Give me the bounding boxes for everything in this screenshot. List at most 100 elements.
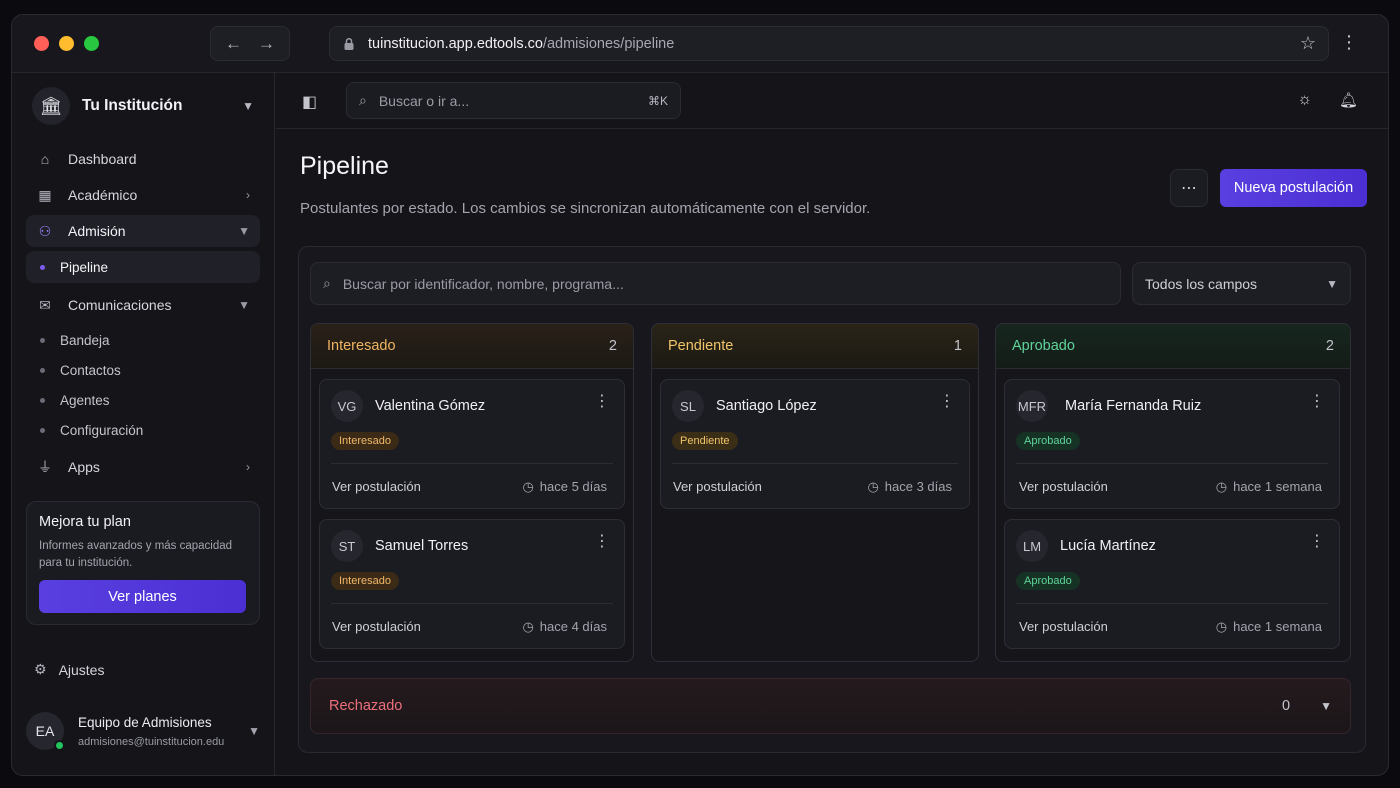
new-application-button[interactable]: Nueva postulación: [1220, 169, 1367, 207]
card-menu-icon[interactable]: ⋮: [1309, 534, 1325, 550]
sidebar-item-agentes[interactable]: Agentes: [26, 385, 260, 415]
view-application-link[interactable]: Ver postulación: [332, 619, 421, 634]
applicant-card[interactable]: MFR María Fernanda Ruiz ⋮ Aprobado Ver p…: [1004, 379, 1340, 509]
browser-menu-icon[interactable]: ⋮: [1340, 33, 1358, 51]
sidebar-item-academico[interactable]: ▦ Académico ›: [26, 179, 260, 211]
top-bar: ◧ ⌕ Buscar o ir a... ⌘K ☼ 🔔︎: [276, 73, 1388, 129]
status-badge: Aprobado: [1016, 432, 1080, 450]
sidebar-item-configuracion[interactable]: Configuración: [26, 415, 260, 445]
status-badge: Interesado: [331, 432, 399, 450]
page-title: Pipeline: [300, 152, 389, 180]
view-application-link[interactable]: Ver postulación: [1019, 619, 1108, 634]
card-menu-icon[interactable]: ⋮: [1309, 394, 1325, 410]
applicant-card[interactable]: LM Lucía Martínez ⋮ Aprobado Ver postula…: [1004, 519, 1340, 649]
forward-icon[interactable]: →: [258, 34, 275, 54]
institution-switcher[interactable]: 🏛 Tu Institución ▼: [32, 87, 254, 125]
sidebar-item-label: Pipeline: [60, 259, 109, 275]
sidebar-item-contactos[interactable]: Contactos: [26, 355, 260, 385]
sidebar: 🏛 Tu Institución ▼ ⌂ Dashboard ▦ Académi…: [12, 73, 275, 775]
sidebar-item-dashboard[interactable]: ⌂ Dashboard: [26, 143, 260, 175]
notifications-bell-icon[interactable]: 🔔︎: [1339, 91, 1358, 109]
user-info: Equipo de Admisiones admisiones@tuinstit…: [78, 715, 224, 748]
card-menu-icon[interactable]: ⋮: [594, 394, 610, 410]
sidebar-item-comunicaciones[interactable]: ✉ Comunicaciones ▼: [26, 289, 260, 321]
bullet-icon: [40, 427, 45, 433]
close-window-button[interactable]: [34, 36, 49, 51]
view-plans-button[interactable]: Ver planes: [39, 580, 246, 613]
institution-name: Tu Institución: [82, 97, 183, 114]
column-title: Rechazado: [329, 698, 403, 714]
timestamp: ◷ hace 1 semana: [1216, 619, 1322, 635]
bookmark-star-icon[interactable]: ☆: [1300, 33, 1316, 54]
chevron-down-icon[interactable]: ▼: [1320, 699, 1332, 713]
card-menu-icon[interactable]: ⋮: [939, 394, 955, 410]
status-badge: Pendiente: [672, 432, 738, 450]
title-bar: ← → tuinstitucion.app.edtools.co/admisio…: [12, 15, 1388, 73]
clock-icon: ◷: [1215, 479, 1228, 494]
school-icon: ▦: [38, 186, 52, 203]
chevron-right-icon: ›: [246, 188, 250, 202]
applicant-card[interactable]: SL Santiago López ⋮ Pendiente Ver postul…: [660, 379, 970, 509]
maximize-window-button[interactable]: [84, 36, 99, 51]
card-menu-icon[interactable]: ⋮: [594, 534, 610, 550]
view-application-link[interactable]: Ver postulación: [1019, 479, 1108, 494]
sidebar-item-label: Dashboard: [68, 151, 137, 167]
user-name: Equipo de Admisiones: [78, 714, 212, 730]
sidebar-item-apps[interactable]: ⏚ Apps ›: [26, 451, 260, 483]
sidebar-item-label: Agentes: [60, 392, 110, 408]
clock-icon: ◷: [522, 619, 534, 634]
applicant-card[interactable]: VG Valentina Gómez ⋮ Interesado Ver post…: [319, 379, 625, 509]
applicant-name: Samuel Torres: [375, 538, 469, 554]
column-interesado: Interesado 2 VG Valentina Gómez ⋮ Intere…: [310, 323, 634, 662]
divider: [672, 463, 958, 464]
history-nav: ← →: [210, 26, 290, 61]
chevron-down-icon: ▼: [238, 224, 250, 238]
sidebar-nav: ⌂ Dashboard ▦ Académico › ⚇ Admisión ▼ P…: [26, 143, 260, 487]
search-placeholder: Buscar por identificador, nombre, progra…: [342, 275, 624, 292]
field-filter-select[interactable]: Todos los campos ▼: [1132, 262, 1351, 305]
chevron-down-icon: ▼: [242, 99, 254, 113]
sidebar-item-ajustes[interactable]: ⚙ Ajustes: [34, 661, 104, 678]
column-count: 2: [608, 338, 617, 354]
inbox-icon: ✉: [39, 296, 51, 313]
applicant-card[interactable]: ST Samuel Torres ⋮ Interesado Ver postul…: [319, 519, 625, 649]
search-icon: ⌕: [359, 92, 367, 108]
theme-toggle-sun-icon[interactable]: ☼: [1297, 91, 1312, 109]
global-search-input[interactable]: ⌕ Buscar o ir a... ⌘K: [346, 82, 681, 119]
view-application-link[interactable]: Ver postulación: [673, 479, 762, 494]
applicant-name: Lucía Martínez: [1060, 538, 1156, 554]
sidebar-item-admision[interactable]: ⚇ Admisión ▼: [26, 215, 260, 247]
main-content: ◧ ⌕ Buscar o ir a... ⌘K ☼ 🔔︎ Pipeline Po…: [276, 73, 1388, 775]
timestamp-text: hace 5 días: [539, 479, 607, 494]
sidebar-item-bandeja[interactable]: Bandeja: [26, 325, 260, 355]
avatar: EA: [26, 712, 65, 751]
minimize-window-button[interactable]: [59, 36, 74, 51]
online-status-icon: [54, 740, 65, 751]
keyboard-shortcut: ⌘K: [647, 93, 668, 108]
timestamp: ◷ hace 3 días: [867, 479, 952, 495]
sidebar-toggle-icon[interactable]: ◧: [302, 92, 317, 112]
address-bar[interactable]: tuinstitucion.app.edtools.co/admisiones/…: [329, 26, 1329, 61]
avatar: MFR: [1016, 390, 1048, 422]
sidebar-item-label: Apps: [68, 459, 100, 475]
clock-icon: ◷: [867, 479, 879, 494]
user-menu[interactable]: EA Equipo de Admisiones admisiones@tuins…: [26, 709, 260, 753]
status-badge: Aprobado: [1016, 572, 1080, 590]
sidebar-item-pipeline[interactable]: Pipeline: [26, 251, 260, 283]
view-application-link[interactable]: Ver postulación: [332, 479, 421, 494]
column-count: 0: [1282, 698, 1291, 714]
upgrade-text: Informes avanzados y más capacidad para …: [39, 540, 233, 569]
timestamp: ◷ hace 4 días: [522, 619, 607, 635]
divider: [331, 463, 613, 464]
more-options-button[interactable]: ⋯: [1170, 169, 1208, 207]
board-search-input[interactable]: ⌕ Buscar por identificador, nombre, prog…: [310, 262, 1121, 305]
back-icon[interactable]: ←: [225, 34, 242, 54]
sidebar-item-label: Ajustes: [58, 661, 105, 678]
chevron-down-icon: ▼: [238, 298, 250, 312]
timestamp: ◷ hace 5 días: [522, 479, 607, 495]
home-icon: ⌂: [40, 151, 50, 167]
column-title: Interesado: [327, 338, 396, 354]
applicant-name: Santiago López: [716, 398, 817, 414]
column-rechazado[interactable]: Rechazado 0 ▼: [310, 678, 1351, 734]
pipeline-board: ⌕ Buscar por identificador, nombre, prog…: [298, 246, 1366, 753]
